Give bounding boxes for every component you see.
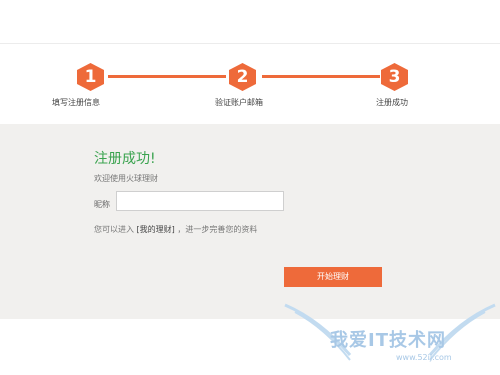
step-3-badge: 3 bbox=[381, 63, 408, 91]
nickname-label: 昵称 bbox=[94, 200, 110, 209]
step-1-label: 填写注册信息 bbox=[52, 98, 100, 107]
nickname-input[interactable] bbox=[116, 191, 284, 211]
success-panel: 注册成功! 欢迎使用火球理财 昵称 您可以进入 [我的理财] ，进一步完善您的资… bbox=[0, 124, 500, 319]
step-connector bbox=[262, 75, 380, 78]
watermark-url: www.52ij.com bbox=[396, 353, 452, 362]
welcome-text: 欢迎使用火球理财 bbox=[94, 174, 158, 183]
success-title: 注册成功! bbox=[94, 151, 156, 167]
step-connector bbox=[108, 75, 226, 78]
hint-prefix: 您可以进入 bbox=[94, 225, 137, 234]
start-investing-button[interactable]: 开始理财 bbox=[284, 267, 382, 287]
step-1-badge: 1 bbox=[77, 63, 104, 91]
hint-suffix: ，进一步完善您的资料 bbox=[174, 225, 258, 234]
header-divider bbox=[0, 43, 500, 44]
profile-hint: 您可以进入 [我的理财] ，进一步完善您的资料 bbox=[94, 224, 257, 235]
watermark-text: 我爱IT技术网 bbox=[330, 330, 446, 351]
step-2-label: 验证账户邮箱 bbox=[215, 98, 263, 107]
site-watermark: 我爱IT技术网 www.52ij.com bbox=[280, 300, 500, 375]
step-3-label: 注册成功 bbox=[376, 98, 408, 107]
step-2-badge: 2 bbox=[229, 63, 256, 91]
progress-stepper: 1 2 3 填写注册信息 验证账户邮箱 注册成功 bbox=[0, 60, 500, 110]
my-finance-link[interactable]: [我的理财] bbox=[137, 225, 175, 234]
